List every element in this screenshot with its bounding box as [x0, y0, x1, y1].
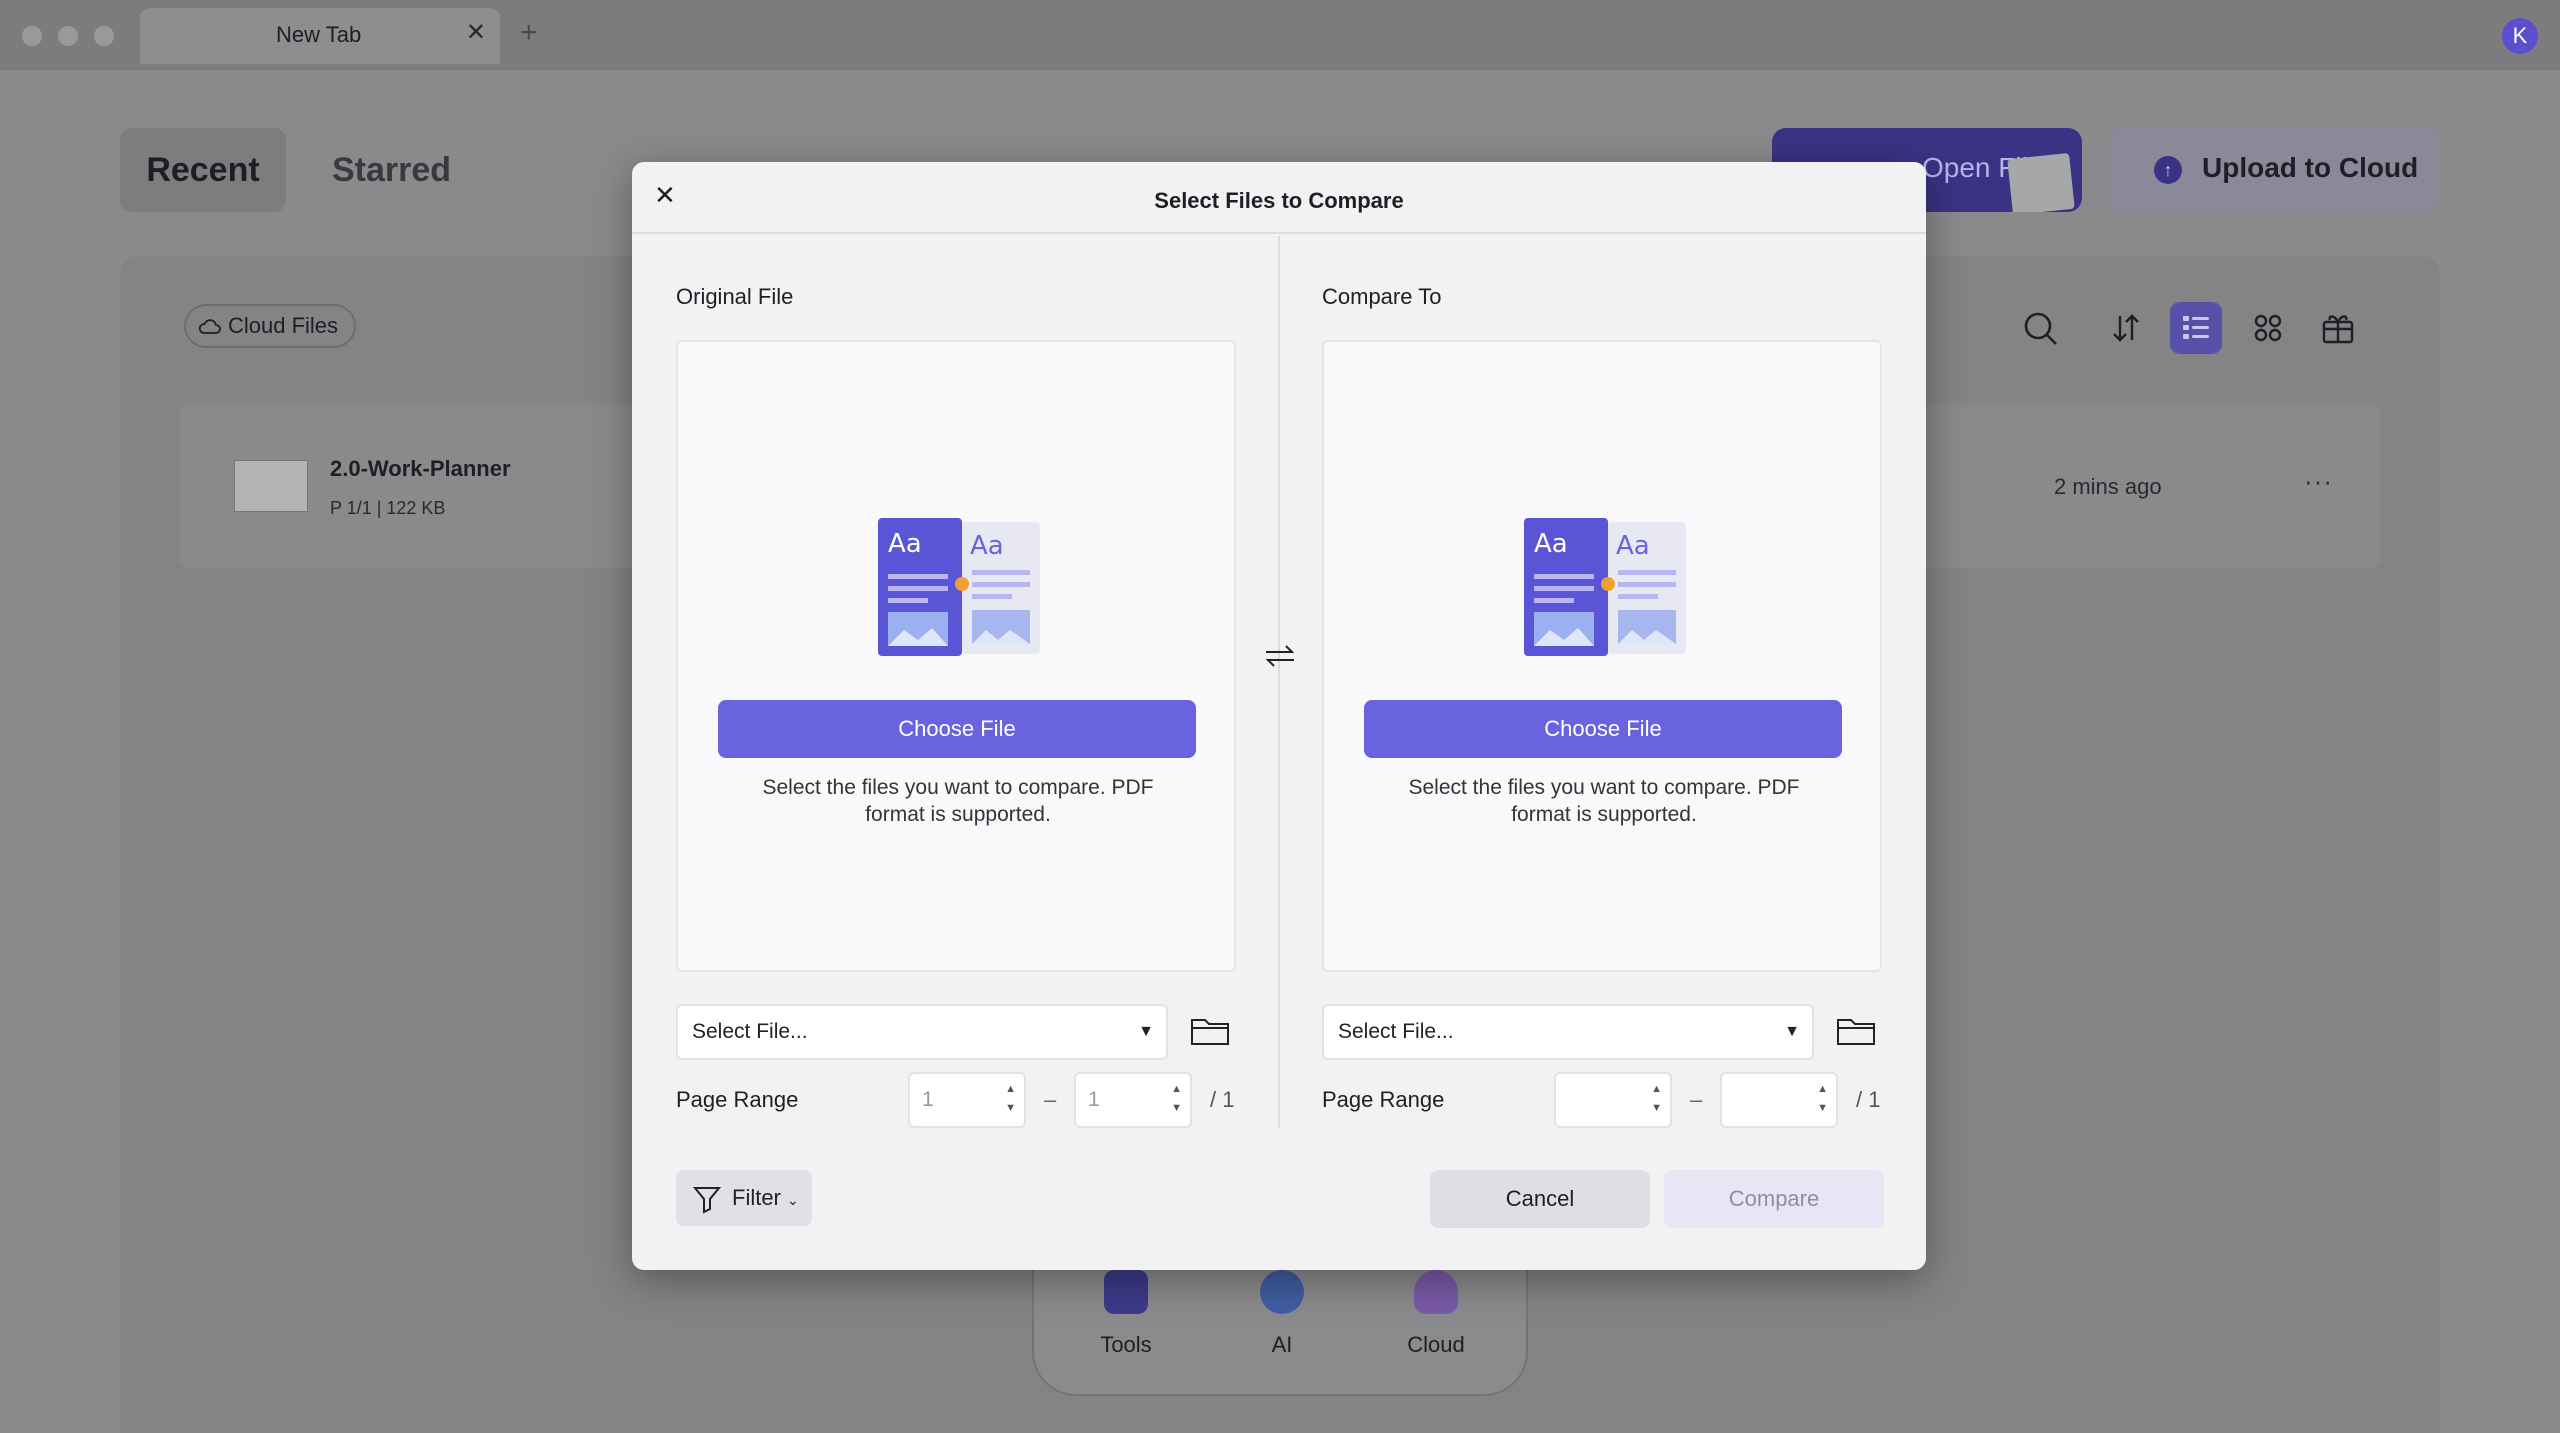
- page-range-total: / 1: [1856, 1087, 1881, 1112]
- spin-arrows-icon[interactable]: ▲ ▼: [1005, 1080, 1016, 1118]
- new-tab-button[interactable]: +: [520, 18, 538, 48]
- more-options-icon[interactable]: ···: [2304, 466, 2333, 497]
- spin-arrows-icon[interactable]: ▲ ▼: [1817, 1080, 1828, 1118]
- upload-to-cloud-button[interactable]: ↑ Upload to Cloud: [2110, 128, 2438, 212]
- page-range-to-input[interactable]: 1 ▲ ▼: [1074, 1072, 1192, 1128]
- original-file-title: Original File: [676, 284, 794, 309]
- window-maximize-button[interactable]: [94, 26, 114, 46]
- range-dash: –: [1044, 1087, 1057, 1112]
- tab-title: New Tab: [276, 22, 362, 47]
- toolbox-icon: [1104, 1270, 1148, 1314]
- page-range-to-input[interactable]: ▲ ▼: [1720, 1072, 1838, 1128]
- dialog-header: ✕ Select Files to Compare: [632, 162, 1926, 234]
- dock-item-label: AI: [1271, 1332, 1293, 1357]
- chevron-down-icon: ▼: [1138, 1023, 1154, 1040]
- swap-icon[interactable]: [1260, 636, 1300, 676]
- tab-close-icon[interactable]: ✕: [466, 18, 486, 47]
- spin-value: 1: [922, 1088, 934, 1111]
- grid-view-icon[interactable]: [2242, 302, 2294, 354]
- filter-icon: [692, 1187, 722, 1214]
- select-placeholder: Select File...: [692, 1020, 808, 1043]
- page-range-total: / 1: [1210, 1087, 1235, 1112]
- chevron-down-icon: ⌄: [787, 1192, 799, 1208]
- choose-file-button[interactable]: Choose File: [1364, 700, 1842, 758]
- compare-dialog: ✕ Select Files to Compare Original File …: [632, 162, 1926, 1270]
- folder-icon[interactable]: [1834, 1008, 1878, 1052]
- file-thumbnail: [234, 460, 308, 512]
- tab-recent[interactable]: Recent: [120, 128, 286, 212]
- compare-documents-icon: Aa Aa: [878, 518, 1040, 656]
- compare-to-title: Compare To: [1322, 284, 1442, 309]
- filter-button[interactable]: Filter ⌄: [676, 1170, 812, 1226]
- original-file-select[interactable]: Select File... ▼: [676, 1004, 1168, 1060]
- list-view-icon[interactable]: [2170, 302, 2222, 354]
- cloud-files-label: Cloud Files: [228, 313, 339, 338]
- dock-item-label: Tools: [1100, 1332, 1152, 1357]
- page-range-label: Page Range: [1322, 1087, 1445, 1112]
- chevron-down-icon: ▼: [1784, 1023, 1800, 1040]
- original-file-dropzone[interactable]: Aa Aa Choose File Select the files you w…: [676, 340, 1236, 972]
- compare-button[interactable]: Compare: [1664, 1170, 1884, 1228]
- upload-arrow-icon: ↑: [2154, 156, 2182, 184]
- page-range-from-input[interactable]: 1 ▲ ▼: [908, 1072, 1026, 1128]
- dropzone-hint: Select the files you want to compare. PD…: [1408, 776, 1800, 826]
- tab-starred[interactable]: Starred: [332, 128, 451, 212]
- folder-icon[interactable]: [1188, 1008, 1232, 1052]
- compare-documents-icon: Aa Aa: [1524, 518, 1686, 656]
- range-dash: –: [1690, 1087, 1703, 1112]
- page-range-from-input[interactable]: ▲ ▼: [1554, 1072, 1672, 1128]
- cloud-icon: [198, 319, 221, 334]
- svg-text:Aa: Aa: [1616, 531, 1650, 561]
- sort-icon[interactable]: [2100, 302, 2152, 354]
- browser-tab[interactable]: New Tab ✕: [140, 8, 500, 64]
- file-meta: P 1/1 | 122 KB: [330, 498, 446, 518]
- page-range-label: Page Range: [676, 1087, 799, 1112]
- dialog-title: Select Files to Compare: [1154, 188, 1404, 213]
- title-bar: New Tab ✕ + K: [0, 0, 2560, 70]
- filter-label: Filter: [732, 1185, 781, 1210]
- window-minimize-button[interactable]: [58, 26, 78, 46]
- cloud-files-button[interactable]: Cloud Files: [184, 304, 356, 348]
- choose-file-button[interactable]: Choose File: [718, 700, 1196, 758]
- svg-text:Aa: Aa: [970, 531, 1004, 561]
- cancel-button[interactable]: Cancel: [1430, 1170, 1650, 1228]
- compare-to-file-select[interactable]: Select File... ▼: [1322, 1004, 1814, 1060]
- upload-to-cloud-label: Upload to Cloud: [2202, 152, 2419, 183]
- avatar[interactable]: K: [2502, 18, 2538, 54]
- search-icon[interactable]: [2014, 302, 2066, 354]
- select-placeholder: Select File...: [1338, 1020, 1454, 1043]
- spin-arrows-icon[interactable]: ▲ ▼: [1171, 1080, 1182, 1118]
- documents-icon: [2007, 152, 2075, 212]
- svg-text:Aa: Aa: [1534, 529, 1568, 559]
- svg-text:Aa: Aa: [888, 529, 922, 559]
- spin-arrows-icon[interactable]: ▲ ▼: [1651, 1080, 1662, 1118]
- basket-icon[interactable]: [2312, 302, 2364, 354]
- dropzone-hint: Select the files you want to compare. PD…: [762, 776, 1154, 826]
- ai-icon: [1260, 1270, 1304, 1314]
- file-name: 2.0-Work-Planner: [330, 456, 511, 481]
- file-modified-time: 2 mins ago: [2054, 474, 2162, 499]
- spin-value: 1: [1088, 1088, 1100, 1111]
- column-divider: [1278, 236, 1280, 1128]
- compare-to-dropzone[interactable]: Aa Aa Choose File Select the files you w…: [1322, 340, 1882, 972]
- window-close-button[interactable]: [22, 26, 42, 46]
- dock-item-label: Cloud: [1407, 1332, 1465, 1357]
- cloud-icon: [1414, 1270, 1458, 1314]
